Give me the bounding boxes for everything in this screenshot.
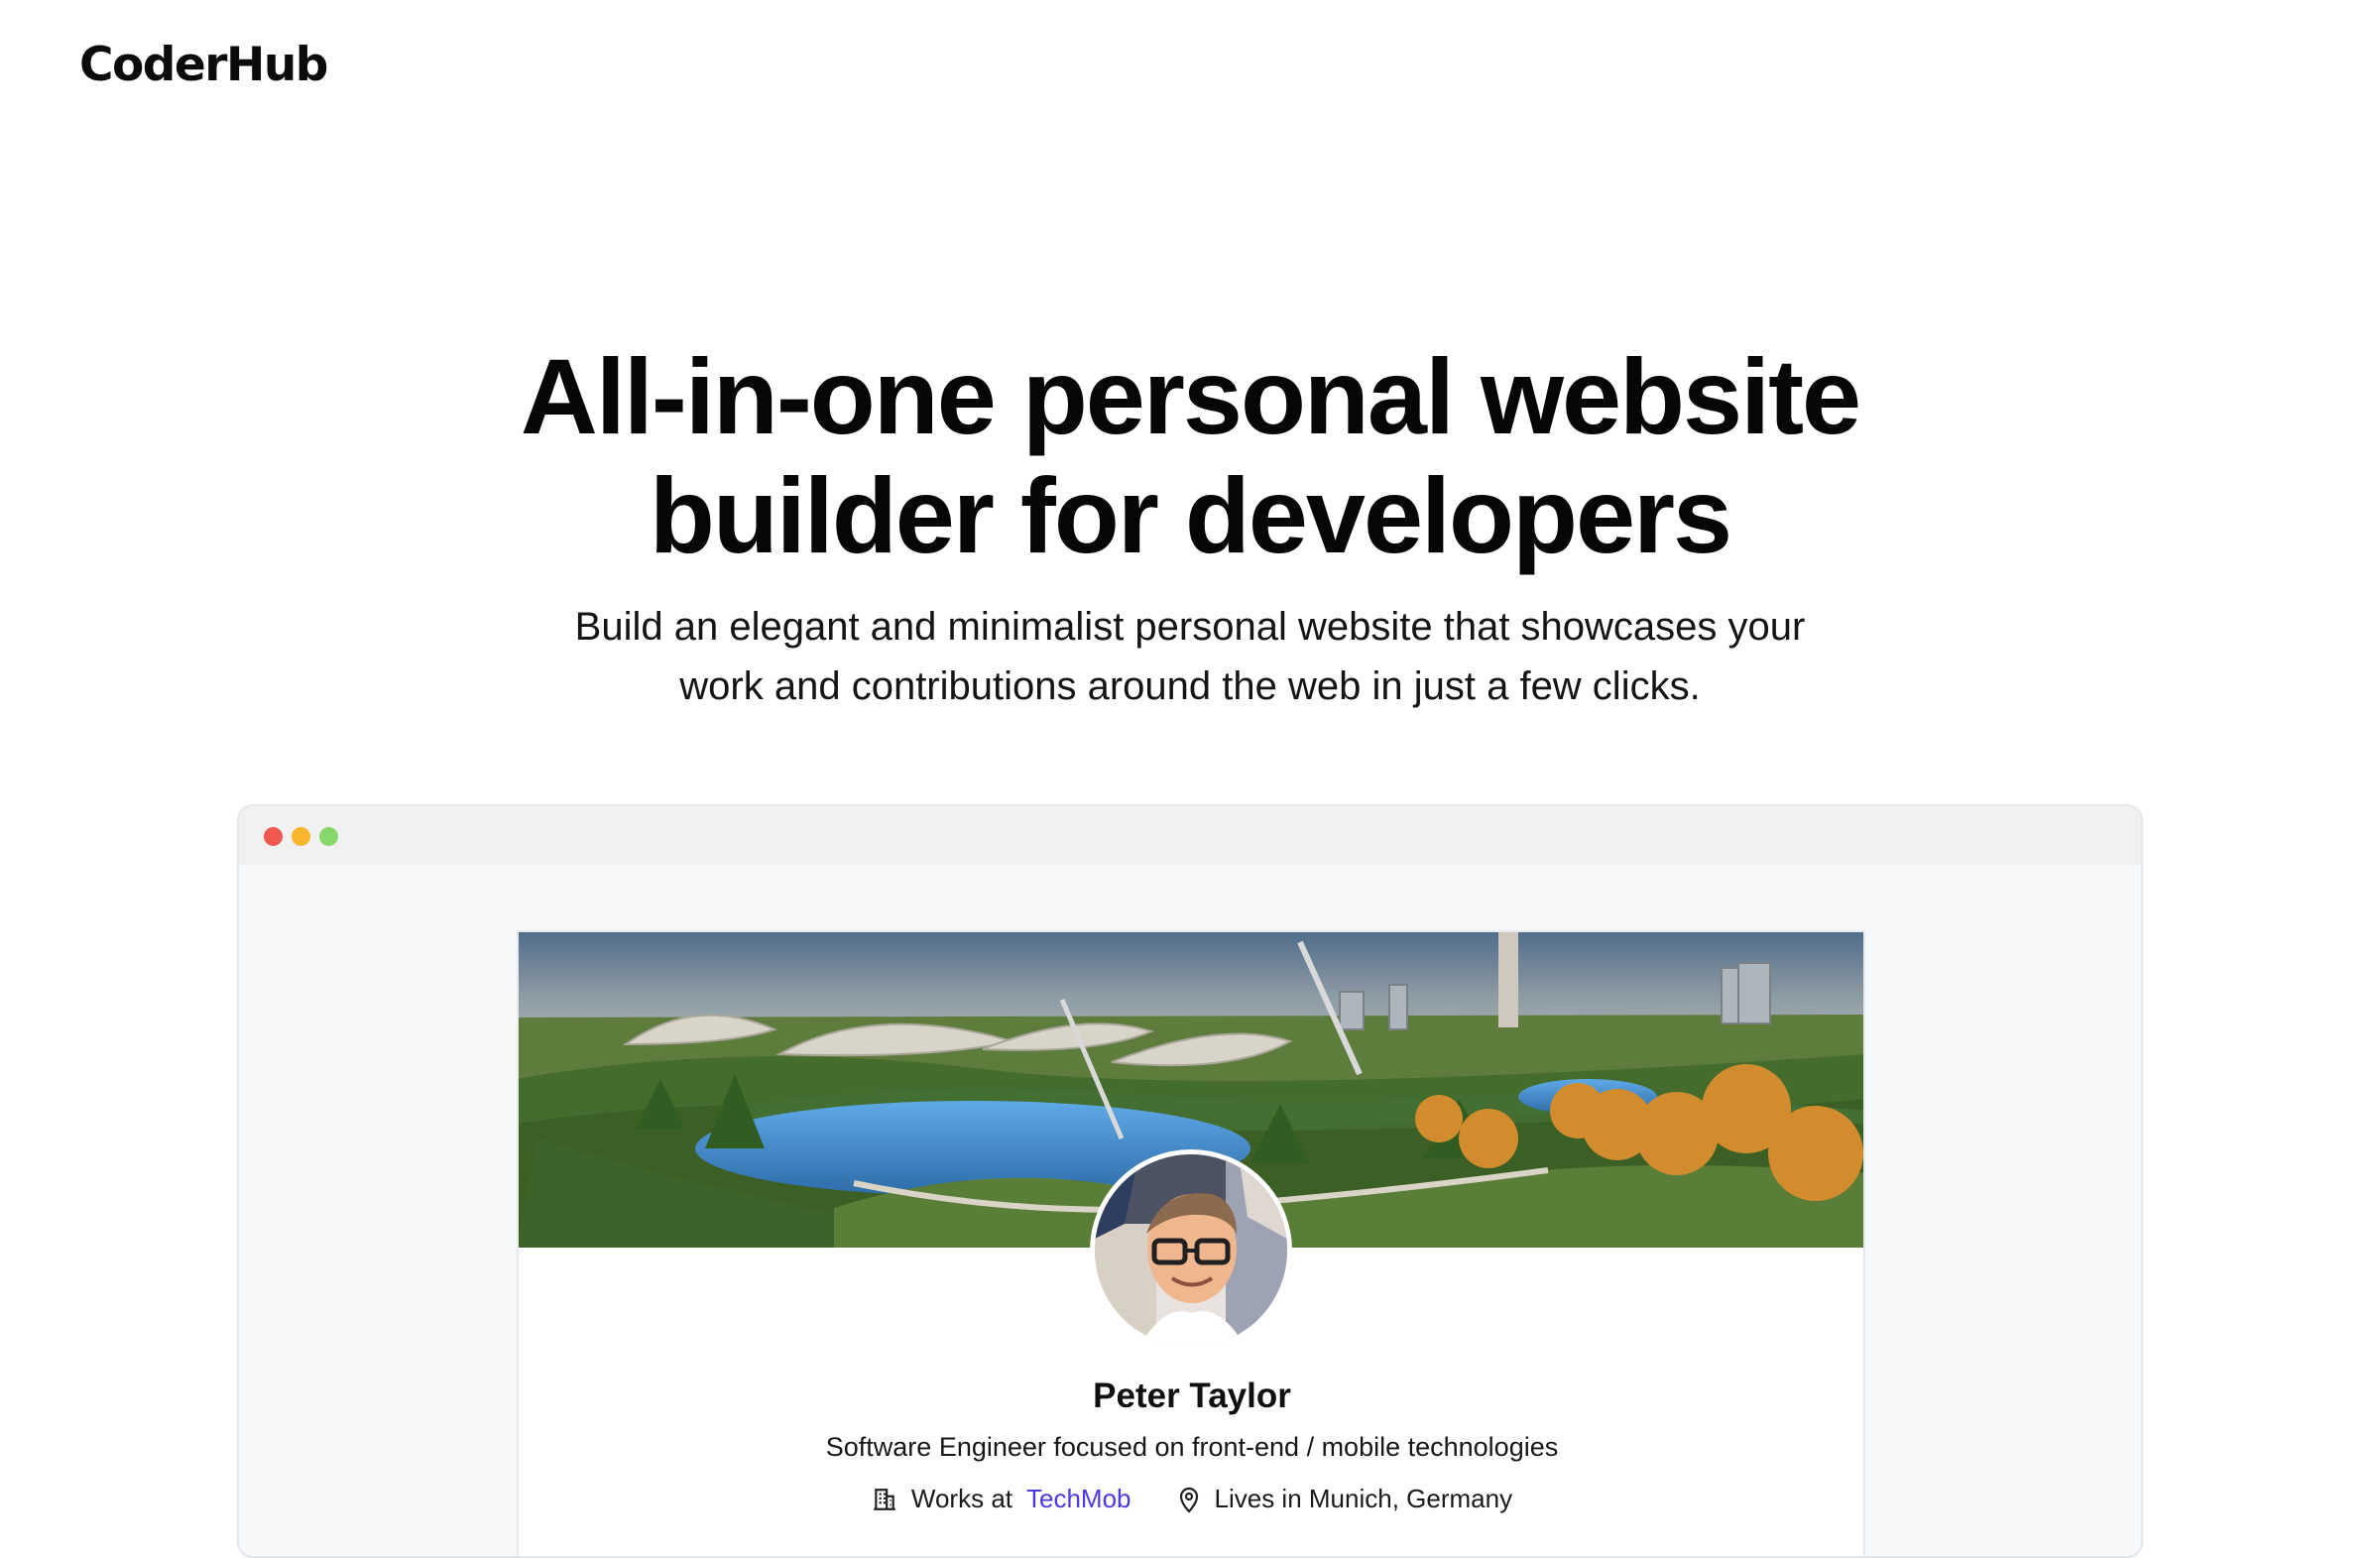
browser-preview: Peter Taylor Software Engineer focused o… xyxy=(237,804,2143,1558)
profile-bio: Software Engineer focused on front-end /… xyxy=(825,1432,1559,1462)
company-link[interactable]: TechMob xyxy=(1026,1484,1131,1514)
minimize-window-dot xyxy=(292,827,310,846)
location-info: Lives in Munich, Germany xyxy=(1177,1484,1513,1514)
profile-meta: Works at TechMob Lives in Munich, German… xyxy=(519,1484,1863,1514)
browser-toolbar xyxy=(239,806,2141,865)
location-text: Lives in Munich, Germany xyxy=(1214,1484,1513,1513)
location-pin-icon xyxy=(1179,1487,1198,1513)
hero-section: All-in-one personal website builder for … xyxy=(0,337,2380,716)
maximize-window-dot xyxy=(319,827,338,846)
building-icon xyxy=(874,1488,895,1510)
logo[interactable]: CoderHub xyxy=(79,38,328,92)
avatar xyxy=(1090,1149,1292,1352)
works-prefix: Works at xyxy=(910,1484,1013,1513)
close-window-dot xyxy=(264,827,283,846)
profile-name: Peter Taylor xyxy=(1093,1377,1291,1415)
profile-photo xyxy=(1095,1154,1287,1347)
profile-card: Peter Taylor Software Engineer focused o… xyxy=(517,930,1865,1556)
company-info: Works at TechMob xyxy=(872,1484,1131,1514)
hero-title: All-in-one personal website builder for … xyxy=(520,336,1861,575)
hero-subtitle: Build an elegant and minimalist personal… xyxy=(574,605,1806,708)
